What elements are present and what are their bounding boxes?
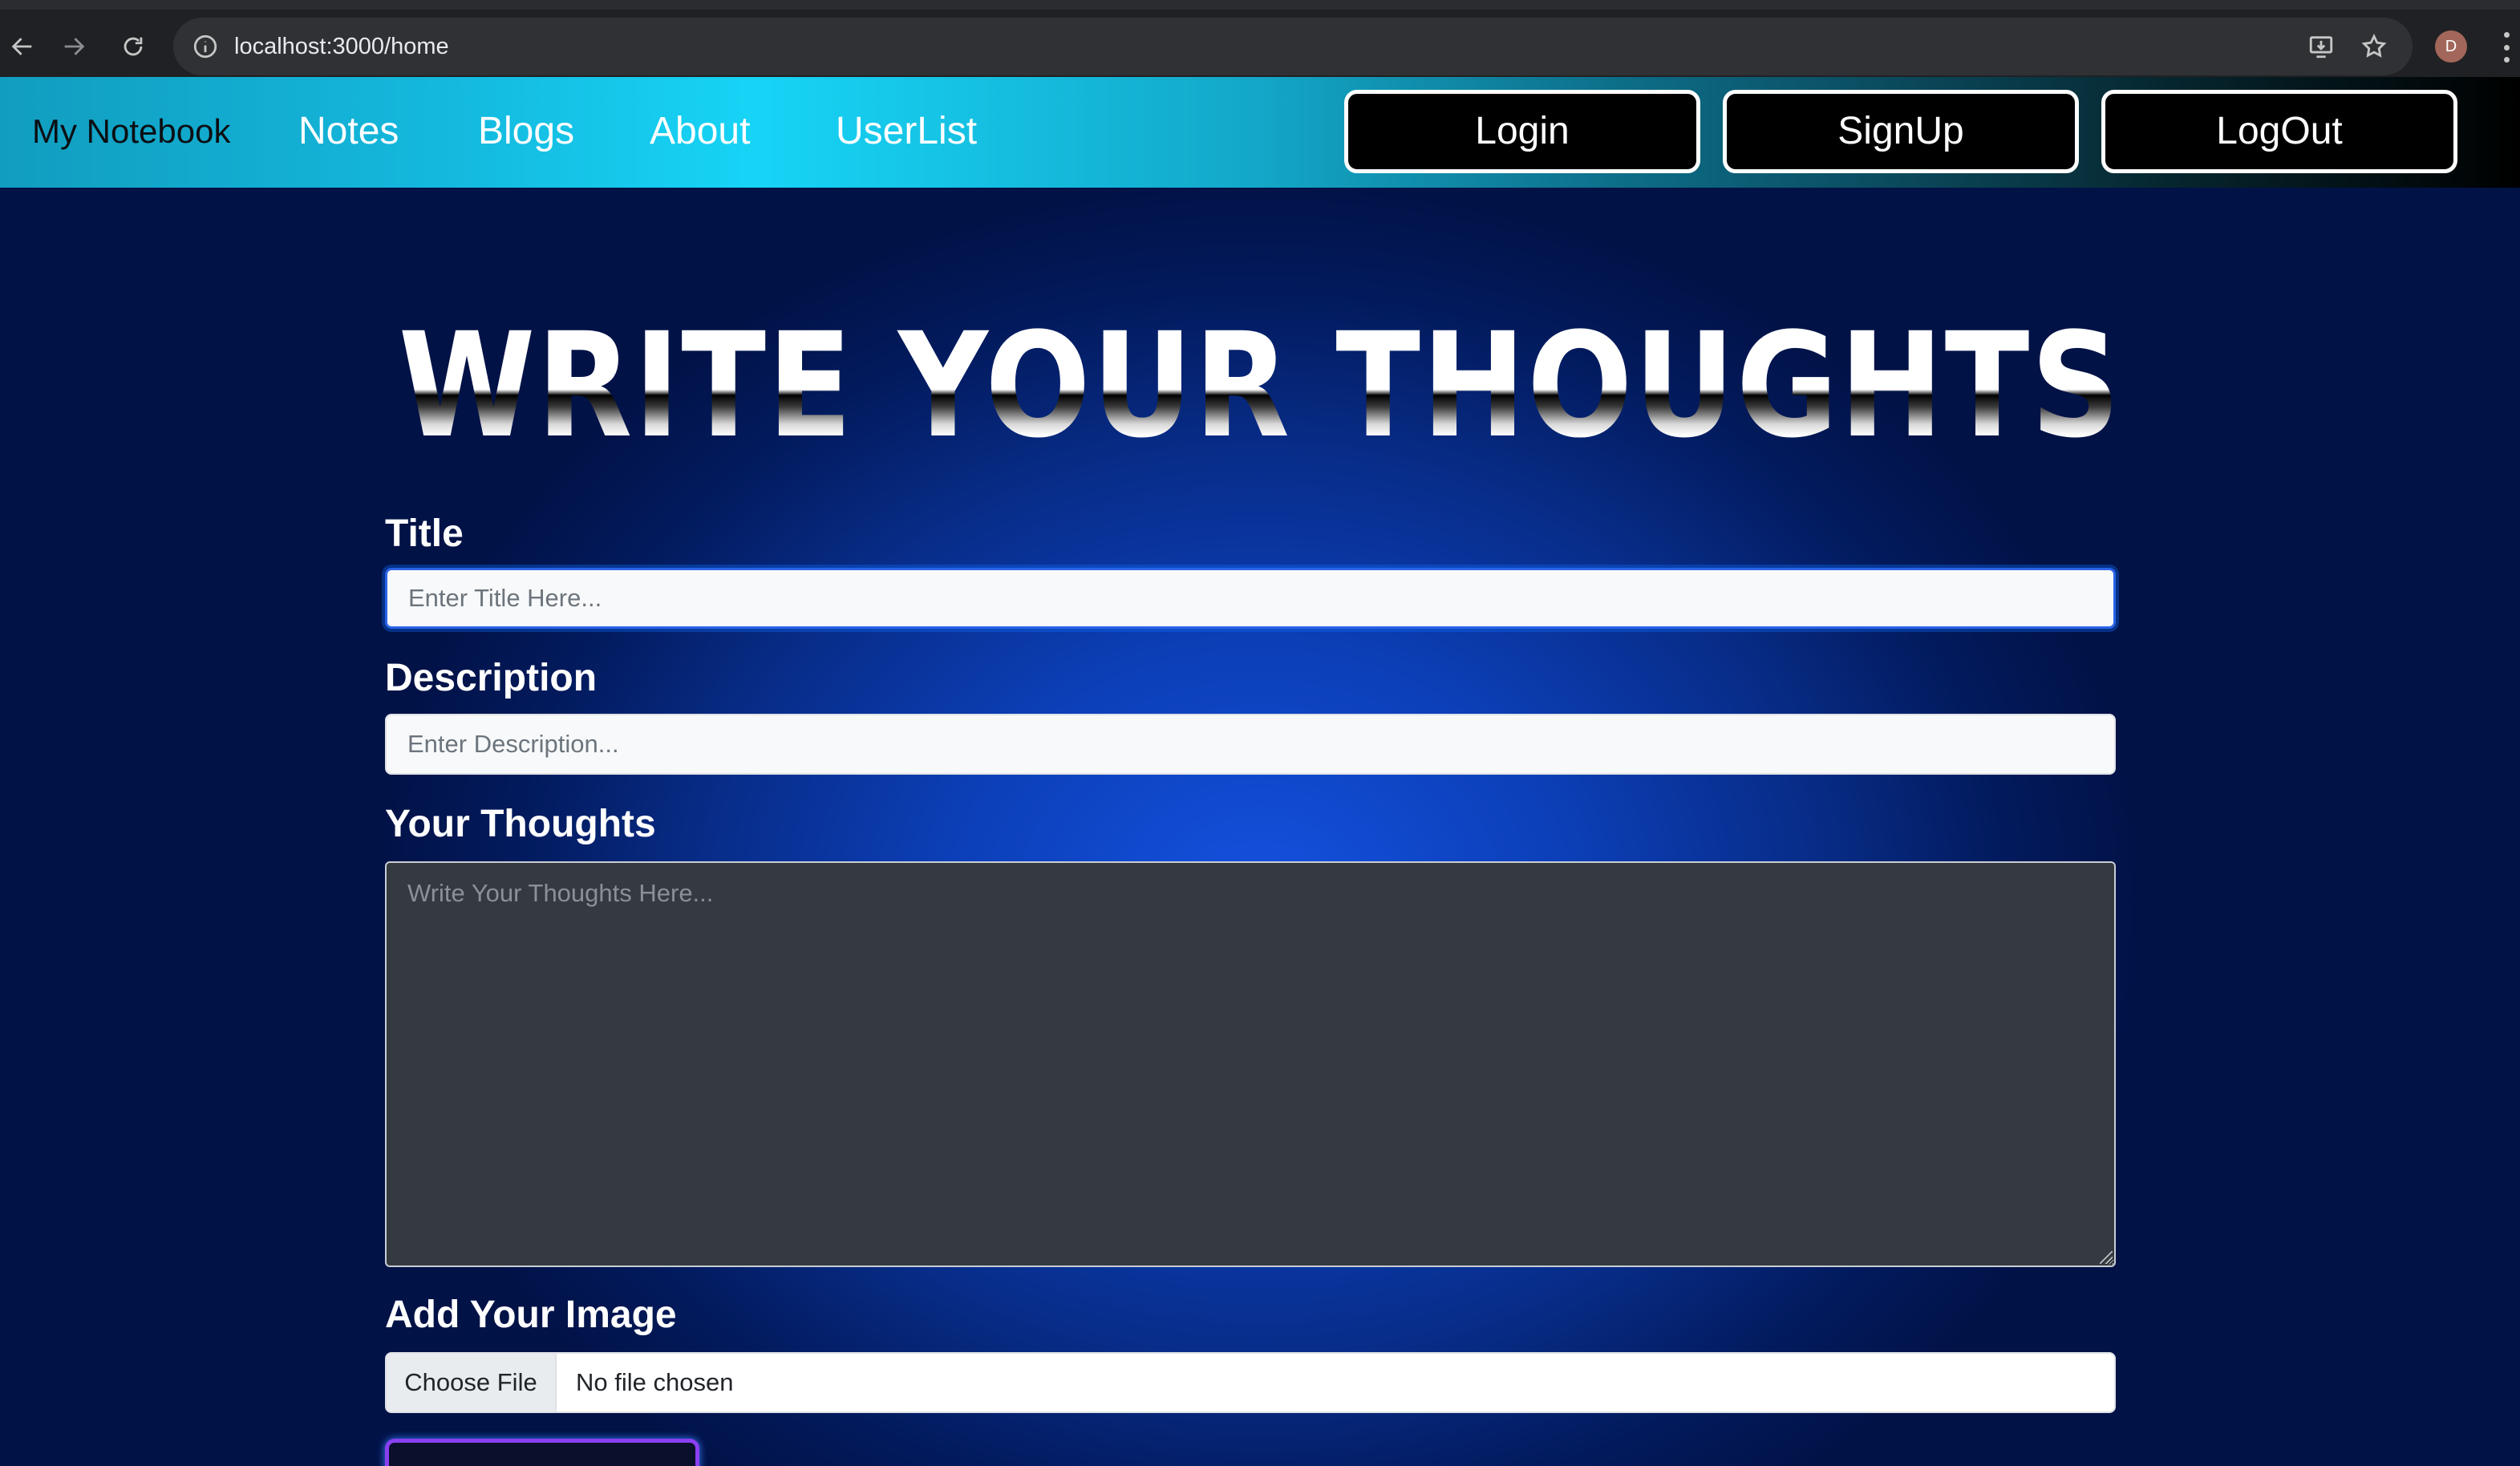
login-button[interactable]: Login (1344, 90, 1700, 173)
install-app-icon[interactable] (2303, 29, 2339, 64)
reload-icon[interactable] (111, 24, 156, 69)
forward-arrow-icon[interactable] (51, 24, 96, 69)
kebab-menu-icon[interactable] (2494, 27, 2518, 67)
brand-logo-link[interactable]: My Notebook (32, 107, 230, 156)
thoughts-textarea[interactable] (385, 861, 2116, 1267)
signup-button[interactable]: SignUp (1723, 90, 2079, 173)
profile-avatar[interactable]: D (2435, 30, 2467, 63)
nav-link-blogs[interactable]: Blogs (478, 106, 574, 157)
browser-toolbar: localhost:3000/home D (0, 0, 2520, 77)
choose-file-button[interactable]: Choose File (387, 1354, 557, 1411)
nav-link-notes[interactable]: Notes (298, 106, 399, 157)
description-input[interactable] (385, 714, 2116, 775)
nav-link-userlist[interactable]: UserList (836, 106, 977, 157)
nav-link-about[interactable]: About (650, 106, 750, 157)
title-input[interactable] (385, 568, 2116, 629)
address-bar[interactable]: localhost:3000/home (173, 18, 2413, 75)
submit-button[interactable] (385, 1439, 699, 1466)
description-label: Description (385, 657, 598, 699)
bookmark-star-icon[interactable] (2356, 29, 2392, 64)
back-arrow-icon[interactable] (0, 24, 45, 69)
url-text[interactable]: localhost:3000/home (234, 32, 449, 61)
page-headline: WRITE YOUR THOUGHTS (176, 314, 2344, 459)
app-navbar: My Notebook Notes Blogs About UserList L… (0, 77, 2520, 188)
file-status-text: No file chosen (576, 1368, 734, 1396)
image-label: Add Your Image (385, 1294, 677, 1336)
title-label: Title (385, 512, 464, 555)
logout-button[interactable]: LogOut (2101, 90, 2457, 173)
compose-page: WRITE YOUR THOUGHTS Title Description Yo… (0, 188, 2520, 1466)
image-file-input[interactable]: Choose File No file chosen (385, 1352, 2116, 1413)
info-icon[interactable] (188, 29, 223, 64)
thoughts-label: Your Thoughts (385, 803, 656, 845)
